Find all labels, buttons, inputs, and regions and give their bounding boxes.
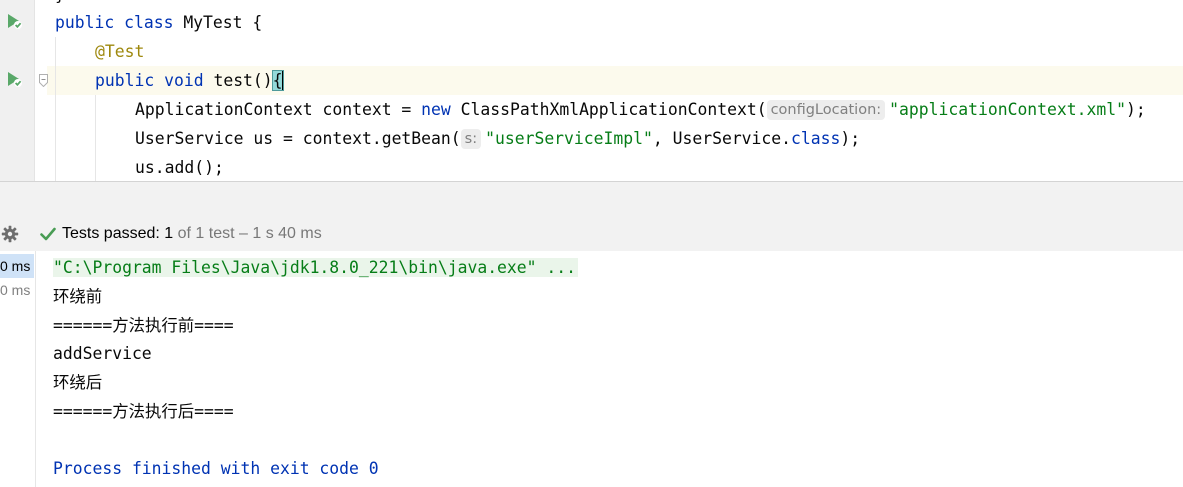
code-line-context-statement[interactable]: ApplicationContext context = new ClassPa… xyxy=(135,95,1146,124)
fold-marker-icon[interactable] xyxy=(39,74,48,87)
text-caret xyxy=(281,70,284,90)
status-label: Tests passed: xyxy=(62,225,160,242)
console-output-line: ======方法执行前==== xyxy=(53,316,234,335)
console-output-line: ======方法执行后==== xyxy=(53,402,234,421)
keyword: public xyxy=(95,71,155,90)
console-exit-line: Process finished with exit code 0 xyxy=(53,459,379,478)
console-output-line: addService xyxy=(53,344,152,363)
code-line-annotation[interactable]: @Test xyxy=(95,37,144,66)
code-text: ); xyxy=(1126,100,1146,119)
fold-column xyxy=(34,0,48,181)
code-line-add-call[interactable]: us.add(); xyxy=(135,153,224,181)
run-console[interactable]: 0 ms 0 ms "C:\Program Files\Java\jdk1.8.… xyxy=(0,251,1183,487)
code-line-class-decl[interactable]: public class MyTest { xyxy=(55,8,262,37)
run-test-icon[interactable] xyxy=(5,70,23,88)
annotation-text: @Test xyxy=(95,42,145,61)
parameter-hint: s: xyxy=(460,129,482,149)
java-command: "C:\Program Files\Java\jdk1.8.0_221\bin\… xyxy=(53,258,579,277)
settings-gear-icon[interactable] xyxy=(1,225,19,243)
code-text: us.add(); xyxy=(135,158,224,177)
keyword: new xyxy=(421,100,451,119)
console-output-line: 环绕前 xyxy=(53,287,103,306)
code-editor[interactable]: } public class MyTest { @Test public voi… xyxy=(0,0,1183,181)
code-text: UserService us = context.getBean( xyxy=(135,129,461,148)
string-literal: "userServiceImpl" xyxy=(485,129,653,148)
keyword: public xyxy=(55,13,115,32)
test-status-text: Tests passed: 1 of 1 test – 1 s 40 ms xyxy=(62,224,322,244)
status-count: 1 xyxy=(164,225,174,242)
code-text: ApplicationContext context = xyxy=(135,100,422,119)
code-line-getbean-statement[interactable]: UserService us = context.getBean(s: "user… xyxy=(135,124,860,153)
keyword: class xyxy=(124,13,174,32)
code-text: ClassPathXmlApplicationContext( xyxy=(450,100,767,119)
indent-guide xyxy=(55,37,56,181)
string-literal: "applicationContext.xml" xyxy=(889,100,1126,119)
code-line-method-decl[interactable]: public void test(){ xyxy=(95,66,284,95)
method-name: test() xyxy=(213,71,273,90)
class-name: MyTest { xyxy=(183,13,263,32)
code-text: , UserService. xyxy=(652,129,792,148)
indent-guide xyxy=(95,95,96,181)
test-tree-column: 0 ms 0 ms xyxy=(0,251,36,487)
parameter-hint: configLocation: xyxy=(766,100,886,120)
code-text: ); xyxy=(840,129,861,148)
keyword: class xyxy=(791,129,841,148)
run-test-icon[interactable] xyxy=(5,12,23,30)
console-command-line: "C:\Program Files\Java\jdk1.8.0_221\bin\… xyxy=(53,253,579,282)
test-tree-row-time[interactable]: 0 ms xyxy=(0,278,34,302)
check-pass-icon xyxy=(40,227,56,241)
keyword: void xyxy=(164,71,204,90)
console-output-line: 环绕后 xyxy=(53,373,103,392)
status-detail: of 1 test – 1 s 40 ms xyxy=(177,225,322,242)
closing-brace-stub: } xyxy=(55,0,65,4)
test-tree-row-time[interactable]: 0 ms xyxy=(0,254,34,278)
test-results-toolbar: Tests passed: 1 of 1 test – 1 s 40 ms xyxy=(0,181,1183,252)
